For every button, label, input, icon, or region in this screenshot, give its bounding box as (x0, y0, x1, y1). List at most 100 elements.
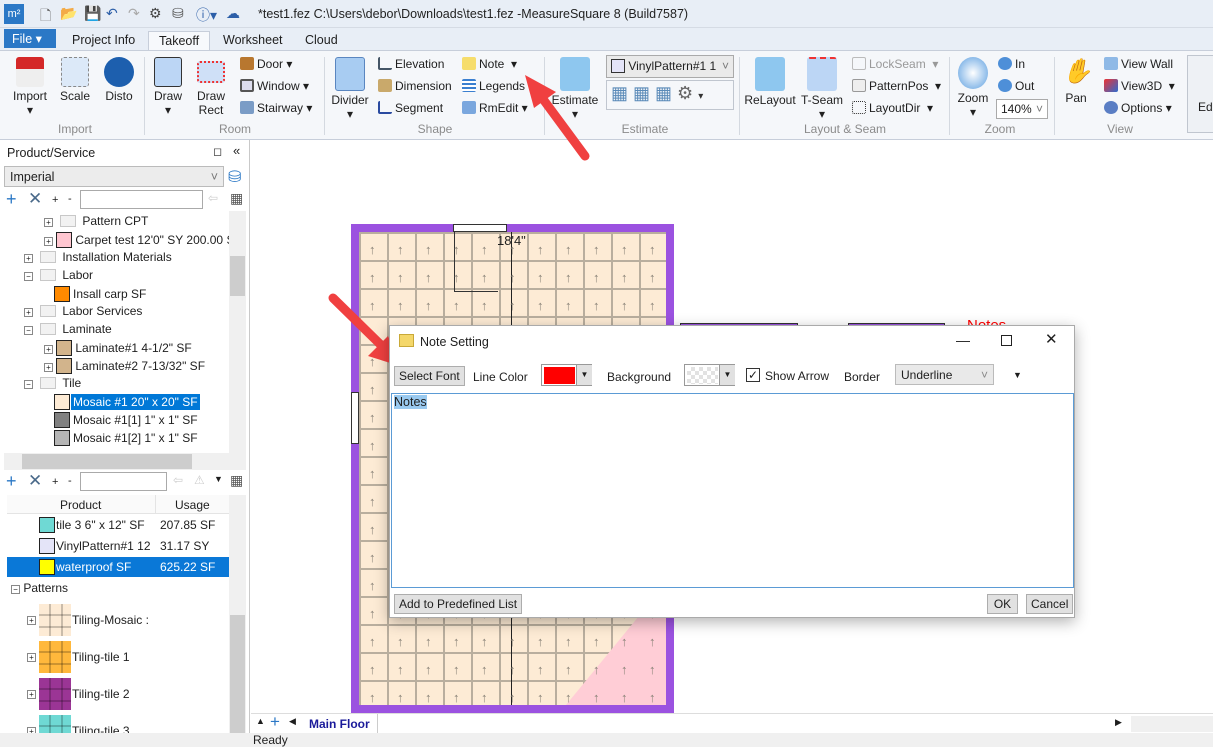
tree-horizontal-scrollbar[interactable] (4, 453, 246, 470)
zoom-out-button[interactable]: Out (998, 79, 1034, 93)
border-select[interactable]: Underline ˅ (895, 364, 994, 385)
estimate-tools[interactable]: ▦▦▦⚙▾ (606, 80, 734, 110)
expand-icon[interactable]: − (24, 326, 33, 335)
tab-main-floor[interactable]: Main Floor (309, 717, 370, 731)
tab-cloud[interactable]: Cloud (295, 31, 348, 50)
canvas-horizontal-scrollbar[interactable] (1131, 716, 1213, 732)
note-text-area[interactable]: Notes (391, 393, 1074, 588)
patternpos-button[interactable]: PatternPos ▾ (852, 79, 941, 93)
tree-vertical-scrollbar[interactable] (229, 211, 246, 453)
tree-item[interactable]: Mosaic #1 20" x 20" SF (54, 394, 200, 410)
background-color-picker[interactable]: ▼ (684, 364, 735, 386)
expand-icon[interactable]: + (24, 308, 33, 317)
view-wall-button[interactable]: View Wall (1104, 57, 1173, 71)
settings-icon[interactable]: ⚙ (149, 5, 162, 22)
col-usage[interactable]: Usage (175, 498, 210, 512)
divider-button[interactable]: Divider ▾ (330, 57, 370, 121)
maximize-button[interactable] (1001, 335, 1012, 346)
expand-icon[interactable]: + (44, 345, 53, 354)
expand-all-icon[interactable]: + (52, 194, 58, 206)
prev-floor-icon[interactable]: ◀ (289, 716, 296, 727)
file-menu-button[interactable]: File ▾ (4, 29, 56, 48)
col-product[interactable]: Product (60, 498, 101, 512)
stairway-button[interactable]: Stairway ▾ (240, 101, 312, 115)
options-button[interactable]: Options ▾ (1104, 101, 1172, 115)
show-arrow-checkbox[interactable]: ✓ (746, 368, 760, 382)
tree-item[interactable]: + Laminate#1 4-1/2" SF (44, 340, 194, 356)
warning-icon[interactable]: ⚠ (194, 473, 205, 487)
expand-icon[interactable]: + (44, 363, 53, 372)
usage-back-icon[interactable]: ⇦ (173, 473, 183, 487)
tab-worksheet[interactable]: Worksheet (213, 31, 293, 50)
close-button[interactable]: ✕ (1045, 330, 1058, 348)
import-button[interactable]: Import ▾ (8, 57, 52, 117)
door-button[interactable]: Door ▾ (240, 57, 292, 71)
open-folder-icon[interactable]: 📂 (60, 5, 77, 22)
expand-icon[interactable]: − (24, 380, 33, 389)
usage-row[interactable]: waterproof SF 625.22 SF (7, 557, 229, 577)
legends-button[interactable]: Legends (462, 79, 525, 93)
tree-item[interactable]: Mosaic #1[2] 1" x 1" SF (54, 430, 200, 446)
grid-view-icon[interactable]: ▦ (230, 190, 243, 207)
estimate-button[interactable]: Estimate ▾ (550, 57, 600, 121)
pan-button[interactable]: ✋ Pan (1058, 57, 1094, 105)
database-icon[interactable]: ⛁ (228, 167, 241, 187)
more-options-dropdown[interactable]: ▼ (1013, 370, 1022, 380)
tree-item[interactable]: + Carpet test 12'0" SY 200.00 SY (44, 232, 229, 248)
layoutdir-button[interactable]: LayoutDir ▾ (852, 101, 933, 115)
collapse-all-icon[interactable]: - (68, 193, 72, 205)
relayout-button[interactable]: ReLayout (744, 57, 796, 107)
dropdown-icon[interactable]: ▼ (214, 474, 223, 484)
expand-icon[interactable]: − (24, 272, 33, 281)
delete-icon[interactable]: ✕ (28, 190, 42, 208)
cloud-icon[interactable]: ☁ (226, 5, 240, 22)
note-button[interactable]: Note ▾ (462, 57, 517, 71)
collapse-panel-icon[interactable]: « (233, 143, 240, 158)
rmedit-button[interactable]: RmEdit ▾ (462, 101, 528, 115)
minimize-button[interactable]: — (956, 332, 970, 348)
help-icon[interactable]: ⓘ▾ (196, 5, 217, 25)
patterns-node[interactable]: − Patterns (11, 581, 68, 595)
tab-takeoff[interactable]: Takeoff (148, 31, 211, 50)
add-icon[interactable]: + (6, 190, 17, 208)
tree-item[interactable]: − Tile (24, 376, 83, 390)
database-icon[interactable]: ⛁ (172, 5, 184, 22)
add-to-predefined-list-button[interactable]: Add to Predefined List (394, 594, 523, 614)
tree-item[interactable]: + Installation Materials (24, 250, 174, 264)
window-button[interactable]: Window ▾ (240, 79, 309, 93)
tree-item[interactable]: + Pattern CPT (44, 214, 150, 228)
expand-icon[interactable]: + (44, 218, 53, 227)
usage-row[interactable]: VinylPattern#1 12 31.17 SY (7, 536, 229, 556)
delete-usage-icon[interactable]: ✕ (28, 472, 42, 490)
next-icon[interactable]: ▶ (1115, 717, 1122, 728)
expand-icon[interactable]: + (44, 237, 53, 246)
tree-item[interactable]: − Laminate (24, 322, 114, 336)
add-usage-icon[interactable]: + (6, 472, 17, 490)
collapse-usage-icon[interactable]: - (68, 475, 72, 487)
scale-button[interactable]: Scale (56, 57, 94, 103)
dimension-button[interactable]: Dimension (378, 79, 452, 93)
tree-item[interactable]: + Laminate#2 7-13/32" SF (44, 358, 207, 374)
usage-vertical-scrollbar[interactable] (229, 495, 246, 747)
tree-item[interactable]: Insall carp SF (54, 286, 148, 302)
elevation-button[interactable]: Elevation (378, 57, 444, 71)
usage-grid-icon[interactable]: ▦ (230, 472, 243, 489)
usage-row[interactable]: tile 3 6" x 12" SF 207.85 SF (7, 515, 229, 535)
segment-button[interactable]: Segment (378, 101, 443, 115)
move-up-icon[interactable]: ▲ (256, 716, 265, 726)
add-floor-icon[interactable]: + (270, 712, 280, 732)
ok-button[interactable]: OK (987, 594, 1018, 614)
edit-button[interactable]: Edi (1187, 55, 1213, 133)
unit-select[interactable]: Imperial ˅ (4, 166, 224, 187)
new-file-icon[interactable]: 🗋 (40, 5, 51, 29)
zoom-level-select[interactable]: 140% ˅ (996, 99, 1048, 119)
cancel-button[interactable]: Cancel (1026, 594, 1074, 614)
tseam-button[interactable]: T-Seam ▾ (800, 57, 844, 121)
tree-item[interactable]: − Labor (24, 268, 95, 282)
back-arrow-icon[interactable]: ⇦ (208, 191, 218, 205)
draw-rect-button[interactable]: Draw Rect (192, 57, 230, 117)
select-font-button[interactable]: Select Font (394, 366, 465, 386)
save-icon[interactable]: 💾 (84, 5, 101, 22)
line-color-picker[interactable]: ▼ (541, 364, 592, 386)
lockseam-button[interactable]: LockSeam ▾ (852, 57, 938, 71)
